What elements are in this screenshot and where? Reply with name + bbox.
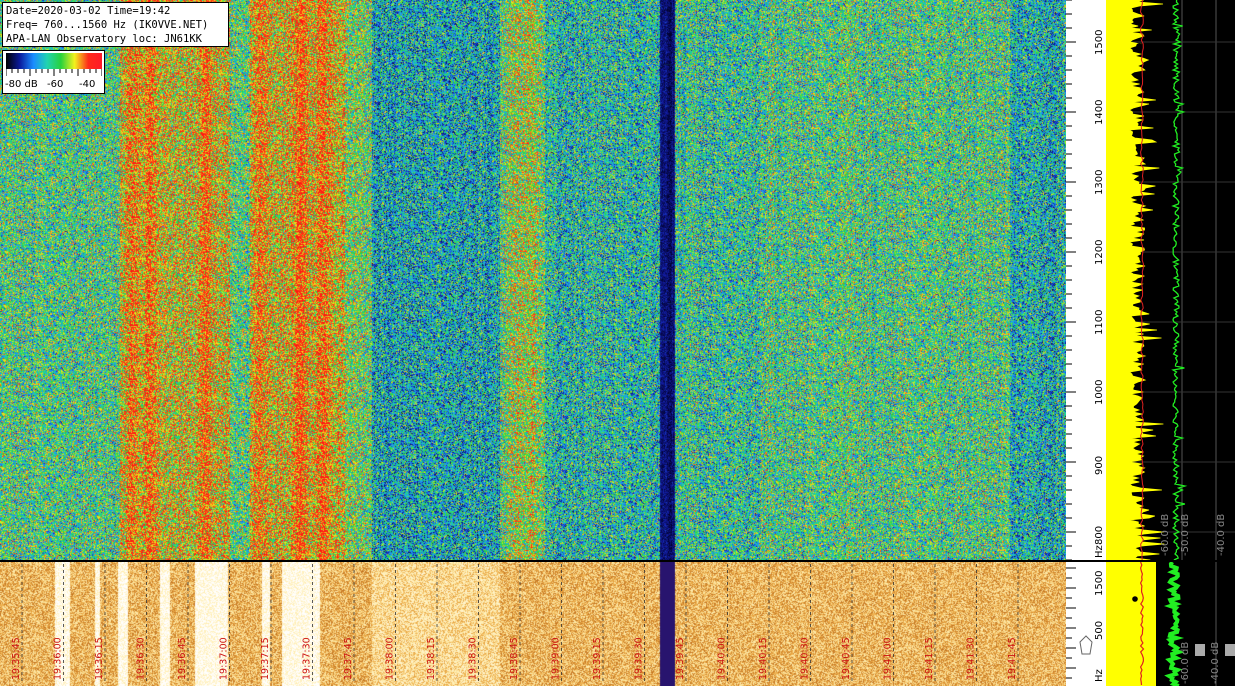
time-tick-label: 19:39:15 xyxy=(592,637,603,680)
freq-tick-label: 1500 xyxy=(1094,571,1105,596)
db-tick-label: -40.0 dB xyxy=(1210,642,1221,684)
time-tick-label: 19:39:30 xyxy=(634,637,645,680)
spectrogram-display: 19:35:45 19:36:00 19:36:15 19:36:30 19:36:45… xyxy=(0,0,1235,686)
info-box: Date=2020-03-02 Time=19:42 Freq= 760...1… xyxy=(2,2,229,47)
time-tick-label: 19:39:00 xyxy=(551,637,562,680)
time-tick-label: 19:37:00 xyxy=(219,637,230,680)
time-tick-label: 19:36:00 xyxy=(53,637,64,680)
time-tick-label: 19:35:45 xyxy=(11,637,22,680)
freq-tick-label: 1100 xyxy=(1094,310,1105,335)
time-axis-labels: 19:35:45 19:36:00 19:36:15 19:36:30 19:36:45… xyxy=(11,564,1019,684)
spectrum-profile-lower: -60.0 dB -40.0 dB xyxy=(1106,562,1235,686)
lower-green-trace xyxy=(1164,562,1185,686)
colorbar-legend: -80 dB -60 -40 xyxy=(2,50,105,94)
db-tick-label: -40.0 dB xyxy=(1216,514,1227,556)
time-tick-label: 19:38:45 xyxy=(509,637,520,680)
freq-tick-label: 800 xyxy=(1094,526,1105,545)
freq-tick-label: 1200 xyxy=(1094,240,1105,265)
spectrum-red-trace xyxy=(1139,0,1145,560)
time-tick-label: 19:40:15 xyxy=(758,637,769,680)
freq-tick-label: 1000 xyxy=(1094,380,1105,405)
lower-scale-marker xyxy=(1195,644,1205,656)
spectrum-green-trace xyxy=(1171,0,1188,560)
time-tick-label: 19:36:15 xyxy=(94,637,105,680)
info-observatory: APA-LAN Observatory loc: JN61KK xyxy=(6,33,202,45)
time-tick-label: 19:36:30 xyxy=(136,637,147,680)
time-tick-label: 19:38:00 xyxy=(385,637,396,680)
spectrum-profile-upper: -60.0 dB -50.0 dB -40.0 dB xyxy=(1106,0,1235,560)
time-tick-label: 19:41:45 xyxy=(1007,637,1018,680)
colorbar-gradient xyxy=(6,53,102,69)
freq-tick-label: 500 xyxy=(1094,621,1105,640)
freq-unit-label: Hz xyxy=(1094,669,1105,682)
db-tick-label: -60.0 dB xyxy=(1180,642,1191,684)
spectrum-peak-marker xyxy=(1136,43,1142,49)
filter-shape-icon xyxy=(1079,635,1093,655)
time-tick-label: 19:40:45 xyxy=(841,637,852,680)
time-tick-label: 19:37:45 xyxy=(343,637,354,680)
db-tick-label: -60.0 dB xyxy=(1160,514,1171,556)
frequency-axis-upper: 800 900 1000 1100 1200 1300 1400 1500 Hz xyxy=(1066,0,1106,560)
time-tick-label: 19:40:00 xyxy=(717,637,728,680)
time-tick-label: 19:40:30 xyxy=(800,637,811,680)
waterfall-spectrogram xyxy=(0,0,1066,560)
spectrum-yellow-trace xyxy=(1106,0,1165,560)
time-tick-label: 19:38:15 xyxy=(426,637,437,680)
freq-unit-label: Hz xyxy=(1094,545,1105,558)
time-tick-label: 19:37:30 xyxy=(302,637,313,680)
colorbar-label-max: -40 xyxy=(79,79,96,90)
lower-peak-marker xyxy=(1132,596,1138,602)
info-frequency: Freq= 760...1560 Hz (IK0VVE.NET) xyxy=(6,19,209,31)
colorbar-ticks xyxy=(6,69,102,76)
time-tick-label: 19:41:15 xyxy=(924,637,935,680)
freq-tick-label: 900 xyxy=(1094,456,1105,475)
db-tick-label: -50.0 dB xyxy=(1180,514,1191,556)
colorbar-label-mid: -60 xyxy=(47,79,64,90)
time-tick-label: 19:41:30 xyxy=(966,637,977,680)
time-tick-label: 19:39:45 xyxy=(675,637,686,680)
time-tick-label: 19:37:15 xyxy=(260,637,271,680)
freq-tick-label: 1500 xyxy=(1094,30,1105,55)
info-date-time: Date=2020-03-02 Time=19:42 xyxy=(6,5,171,17)
colorbar-label-min: -80 dB xyxy=(5,79,38,90)
time-tick-label: 19:38:30 xyxy=(468,637,479,680)
time-tick-label: 19:36:45 xyxy=(177,637,188,680)
frequency-axis-lower: 1500 500 Hz xyxy=(1066,562,1106,686)
lower-scale-marker xyxy=(1225,644,1235,656)
freq-tick-label: 1400 xyxy=(1094,100,1105,125)
time-tick-label: 19:41:00 xyxy=(883,637,894,680)
freq-tick-label: 1300 xyxy=(1094,170,1105,195)
lower-yellow-fill xyxy=(1106,562,1156,686)
